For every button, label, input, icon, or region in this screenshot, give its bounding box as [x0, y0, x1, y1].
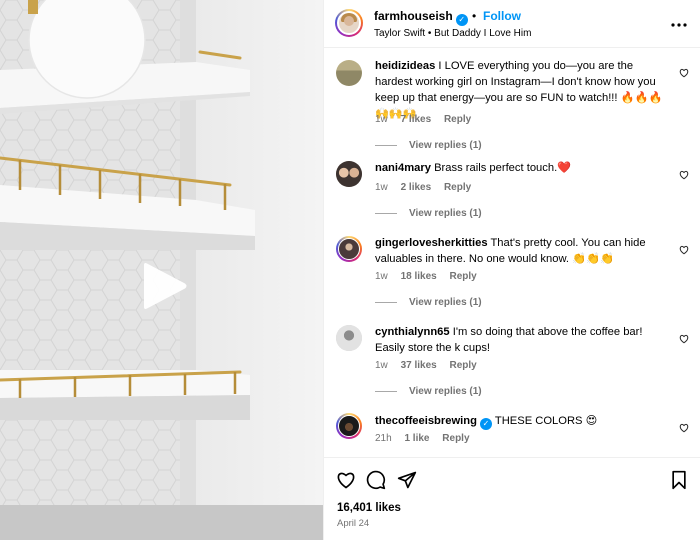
commenter-avatar[interactable]: [336, 60, 362, 86]
comment-body: thecoffeeisbrewing ✓ THESE COLORS 😍: [375, 413, 673, 430]
comment-body: gingerlovesherkitties That's pretty cool…: [375, 235, 673, 267]
comment-likes[interactable]: 18 likes: [401, 271, 437, 282]
heart-icon[interactable]: [679, 423, 689, 433]
post-date[interactable]: April 24: [337, 518, 369, 529]
view-replies-button[interactable]: View replies (1): [375, 297, 482, 308]
reply-button[interactable]: Reply: [450, 360, 477, 371]
view-replies-label: View replies (1): [409, 208, 482, 219]
comment-text: Brass rails perfect touch.❤️: [434, 162, 572, 174]
play-button[interactable]: [139, 261, 189, 311]
commenter-username-text[interactable]: thecoffeeisbrewing: [375, 415, 477, 427]
replies-divider: [375, 144, 397, 146]
reply-button[interactable]: Reply: [444, 182, 471, 193]
follow-button[interactable]: Follow: [483, 9, 521, 23]
comment-icon[interactable]: [366, 470, 386, 490]
comment-likes[interactable]: 1 like: [404, 433, 429, 444]
comment-meta: 1w 2 likes Reply: [375, 182, 481, 193]
commenter-username[interactable]: nani4mary: [375, 162, 431, 174]
reply-button[interactable]: Reply: [444, 114, 471, 125]
heart-icon[interactable]: [679, 334, 689, 344]
replies-divider: [375, 301, 397, 303]
commenter-avatar[interactable]: [336, 325, 362, 351]
view-replies-label: View replies (1): [409, 297, 482, 308]
comment-time: 1w: [375, 360, 388, 371]
author-username[interactable]: farmhouseish ✓: [374, 9, 468, 26]
commenter-avatar[interactable]: [336, 236, 362, 262]
comment-body: cynthialynn65 I'm so doing that above th…: [375, 324, 673, 356]
post-side-panel: farmhouseish ✓ • Follow Taylor Swift • Bu…: [323, 0, 700, 540]
comment-time: 1w: [375, 114, 388, 125]
comment-body: heidizideas I LOVE everything you do—you…: [375, 58, 673, 122]
post-likes-count[interactable]: 16,401 likes: [337, 502, 401, 514]
comment-meta: 1w 18 likes Reply: [375, 271, 487, 282]
verified-badge-icon: ✓: [455, 14, 468, 26]
comment-time: 21h: [375, 433, 392, 444]
comment-time: 1w: [375, 271, 388, 282]
view-replies-button[interactable]: View replies (1): [375, 208, 482, 219]
commenter-avatar[interactable]: [336, 161, 362, 187]
comment-meta: 1w 7 likes Reply: [375, 114, 481, 125]
comment-meta: 21h 1 like Reply: [375, 433, 480, 444]
header-separator: •: [472, 9, 477, 23]
post-video[interactable]: [0, 0, 323, 540]
view-replies-label: View replies (1): [409, 140, 482, 151]
commenter-username[interactable]: cynthialynn65: [375, 326, 450, 338]
comment-body: nani4mary Brass rails perfect touch.❤️: [375, 160, 673, 176]
view-replies-button[interactable]: View replies (1): [375, 386, 482, 397]
commenter-username[interactable]: heidizideas: [375, 60, 435, 72]
post-actions: 16,401 likes April 24: [324, 457, 700, 540]
heart-icon[interactable]: [679, 170, 689, 180]
comment-likes[interactable]: 7 likes: [401, 114, 432, 125]
comment-likes[interactable]: 37 likes: [401, 360, 437, 371]
bookmark-icon[interactable]: [669, 470, 689, 490]
post-header: farmhouseish ✓ • Follow Taylor Swift • Bu…: [324, 0, 700, 48]
more-options-icon[interactable]: [671, 14, 687, 32]
reply-button[interactable]: Reply: [442, 433, 469, 444]
heart-icon[interactable]: [679, 245, 689, 255]
view-replies-button[interactable]: View replies (1): [375, 140, 482, 151]
play-icon: [144, 263, 187, 309]
commenter-username[interactable]: gingerlovesherkitties: [375, 237, 488, 249]
comment-text: THESE COLORS 😍: [494, 415, 598, 427]
comment-meta: 1w 37 likes Reply: [375, 360, 487, 371]
verified-badge-icon: ✓: [479, 418, 492, 430]
comment-likes[interactable]: 2 likes: [401, 182, 432, 193]
view-replies-label: View replies (1): [409, 386, 482, 397]
commenter-avatar[interactable]: [336, 413, 362, 439]
reply-button[interactable]: Reply: [450, 271, 477, 282]
commenter-username[interactable]: thecoffeeisbrewing ✓: [375, 415, 492, 430]
share-icon[interactable]: [397, 470, 417, 490]
heart-icon[interactable]: [679, 68, 689, 78]
heart-icon[interactable]: [336, 470, 356, 490]
replies-divider: [375, 390, 397, 392]
comment-time: 1w: [375, 182, 388, 193]
author-username-text[interactable]: farmhouseish: [374, 9, 453, 23]
comments-list[interactable]: heidizideas I LOVE everything you do—you…: [324, 49, 700, 457]
author-avatar[interactable]: [335, 9, 363, 37]
replies-divider: [375, 212, 397, 214]
audio-track[interactable]: Taylor Swift • But Daddy I Love Him: [374, 28, 531, 39]
